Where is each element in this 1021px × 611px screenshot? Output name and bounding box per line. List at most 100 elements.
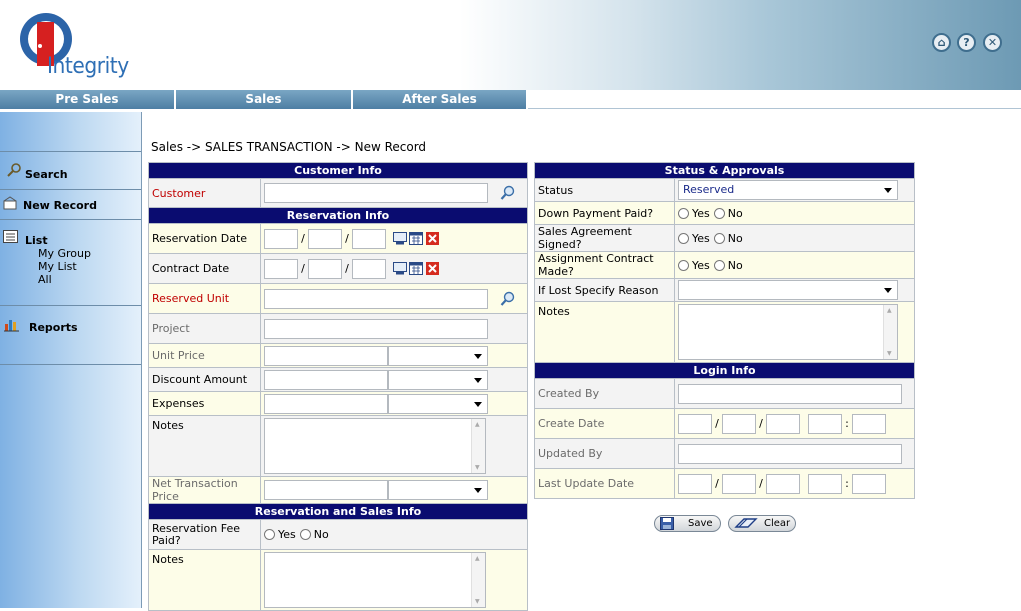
reservation-date-year[interactable]: [352, 228, 386, 249]
sidebar-subitem-my-group[interactable]: My Group: [38, 247, 91, 260]
contract-date-day[interactable]: [308, 258, 342, 279]
sidebar-reports-label: Reports: [29, 321, 78, 334]
time-separator: :: [845, 417, 849, 430]
net-price-currency-select[interactable]: [388, 480, 488, 500]
yes-label: Yes: [692, 231, 710, 245]
down-payment-label: Down Payment Paid?: [534, 201, 675, 225]
date-picker-icon[interactable]: [392, 262, 407, 275]
project-label: Project: [148, 313, 261, 344]
home-icon[interactable]: ⌂: [932, 33, 951, 52]
customer-lookup-icon[interactable]: [500, 185, 516, 201]
search-icon: [7, 163, 21, 177]
discount-amount-input[interactable]: [264, 369, 388, 390]
assignment-yes-radio[interactable]: [678, 259, 689, 271]
update-date-year[interactable]: [766, 473, 800, 494]
fee-paid-yes-radio[interactable]: [264, 529, 275, 541]
lost-reason-label: If Lost Specify Reason: [534, 278, 675, 302]
expenses-currency-select[interactable]: [388, 393, 488, 414]
sales-notes-textarea[interactable]: [264, 552, 486, 608]
reservation-date-month[interactable]: [264, 228, 298, 249]
create-date-label: Create Date: [534, 408, 675, 439]
section-login-info: Login Info: [534, 362, 915, 379]
reserved-unit-input[interactable]: [264, 288, 488, 309]
unit-lookup-icon[interactable]: [500, 291, 516, 307]
date-separator: /: [301, 262, 305, 275]
no-label: No: [727, 206, 743, 220]
reservation-date-day[interactable]: [308, 228, 342, 249]
left-form-table: Customer Info Customer Reservation Info …: [148, 162, 528, 611]
yes-label: Yes: [692, 258, 710, 272]
unit-price-input[interactable]: [264, 345, 388, 366]
main-nav: Pre Sales Sales After Sales: [0, 90, 1021, 110]
down-payment-yes-radio[interactable]: [678, 207, 689, 219]
sidebar-subitem-my-list[interactable]: My List: [38, 260, 77, 273]
sidebar-item-reports[interactable]: Reports: [0, 306, 141, 365]
expenses-input[interactable]: [264, 393, 388, 414]
help-icon[interactable]: ?: [957, 33, 976, 52]
tab-sales[interactable]: Sales: [176, 90, 353, 109]
status-notes-label: Notes: [534, 301, 675, 363]
net-price-input[interactable]: [264, 480, 388, 500]
close-icon[interactable]: ✕: [983, 33, 1002, 52]
breadcrumb: Sales -> SALES TRANSACTION -> New Record: [151, 140, 427, 154]
lost-reason-select[interactable]: [678, 280, 898, 300]
fee-paid-label: Reservation Fee Paid?: [148, 519, 261, 550]
tab-pre-sales[interactable]: Pre Sales: [0, 90, 176, 109]
created-by-input[interactable]: [678, 383, 902, 404]
create-date-year[interactable]: [766, 413, 800, 434]
discount-currency-select[interactable]: [388, 369, 488, 390]
reports-icon: [4, 320, 19, 332]
save-button[interactable]: Save: [654, 515, 721, 532]
nav-spacer: [528, 90, 1021, 109]
update-date-month[interactable]: [678, 473, 712, 494]
sidebar-subitem-all[interactable]: All: [38, 273, 52, 286]
sidebar-item-new-record[interactable]: New Record: [0, 190, 141, 220]
time-separator: :: [845, 477, 849, 490]
contract-date-year[interactable]: [352, 258, 386, 279]
update-date-minute[interactable]: [852, 473, 886, 494]
assignment-no-radio[interactable]: [713, 259, 725, 271]
down-payment-no-radio[interactable]: [713, 207, 725, 219]
right-form-table: Status & Approvals Status Reserved Down …: [534, 162, 915, 499]
textarea-scrollbar[interactable]: [471, 553, 485, 607]
customer-label: Customer: [148, 178, 261, 208]
agreement-yes-radio[interactable]: [678, 232, 689, 244]
date-separator: /: [345, 262, 349, 275]
fee-paid-no-radio[interactable]: [299, 529, 311, 541]
contract-date-month[interactable]: [264, 258, 298, 279]
sales-notes-label: Notes: [148, 549, 261, 611]
sidebar-item-list[interactable]: List My Group My List All: [0, 220, 141, 306]
updated-by-input[interactable]: [678, 443, 902, 464]
create-date-minute[interactable]: [852, 413, 886, 434]
discount-amount-label: Discount Amount: [148, 367, 261, 392]
created-by-label: Created By: [534, 378, 675, 409]
no-label: No: [727, 231, 743, 245]
sidebar-item-search[interactable]: Search: [0, 152, 141, 190]
yes-label: Yes: [692, 206, 710, 220]
status-select[interactable]: Reserved: [678, 180, 898, 200]
calendar-icon[interactable]: [408, 262, 423, 275]
date-picker-icon[interactable]: [392, 232, 407, 245]
agreement-no-radio[interactable]: [713, 232, 725, 244]
update-date-hour[interactable]: [808, 473, 842, 494]
clear-date-icon[interactable]: [425, 232, 439, 245]
project-input[interactable]: [264, 318, 488, 339]
textarea-scrollbar[interactable]: [471, 419, 485, 473]
clear-button[interactable]: Clear: [728, 515, 796, 532]
create-date-day[interactable]: [722, 413, 756, 434]
unit-price-currency-select[interactable]: [388, 345, 488, 366]
updated-by-label: Updated By: [534, 438, 675, 469]
customer-input[interactable]: [264, 183, 488, 203]
app-header: Integrity ⌂ ? ✕: [0, 0, 1021, 90]
create-date-hour[interactable]: [808, 413, 842, 434]
save-button-label: Save: [688, 518, 713, 529]
status-notes-textarea[interactable]: [678, 304, 898, 360]
update-date-day[interactable]: [722, 473, 756, 494]
calendar-icon[interactable]: [408, 232, 423, 245]
create-date-month[interactable]: [678, 413, 712, 434]
contract-date-label: Contract Date: [148, 253, 261, 284]
clear-date-icon[interactable]: [425, 262, 439, 275]
reservation-notes-textarea[interactable]: [264, 418, 486, 474]
tab-after-sales[interactable]: After Sales: [353, 90, 528, 109]
textarea-scrollbar[interactable]: [883, 305, 897, 359]
